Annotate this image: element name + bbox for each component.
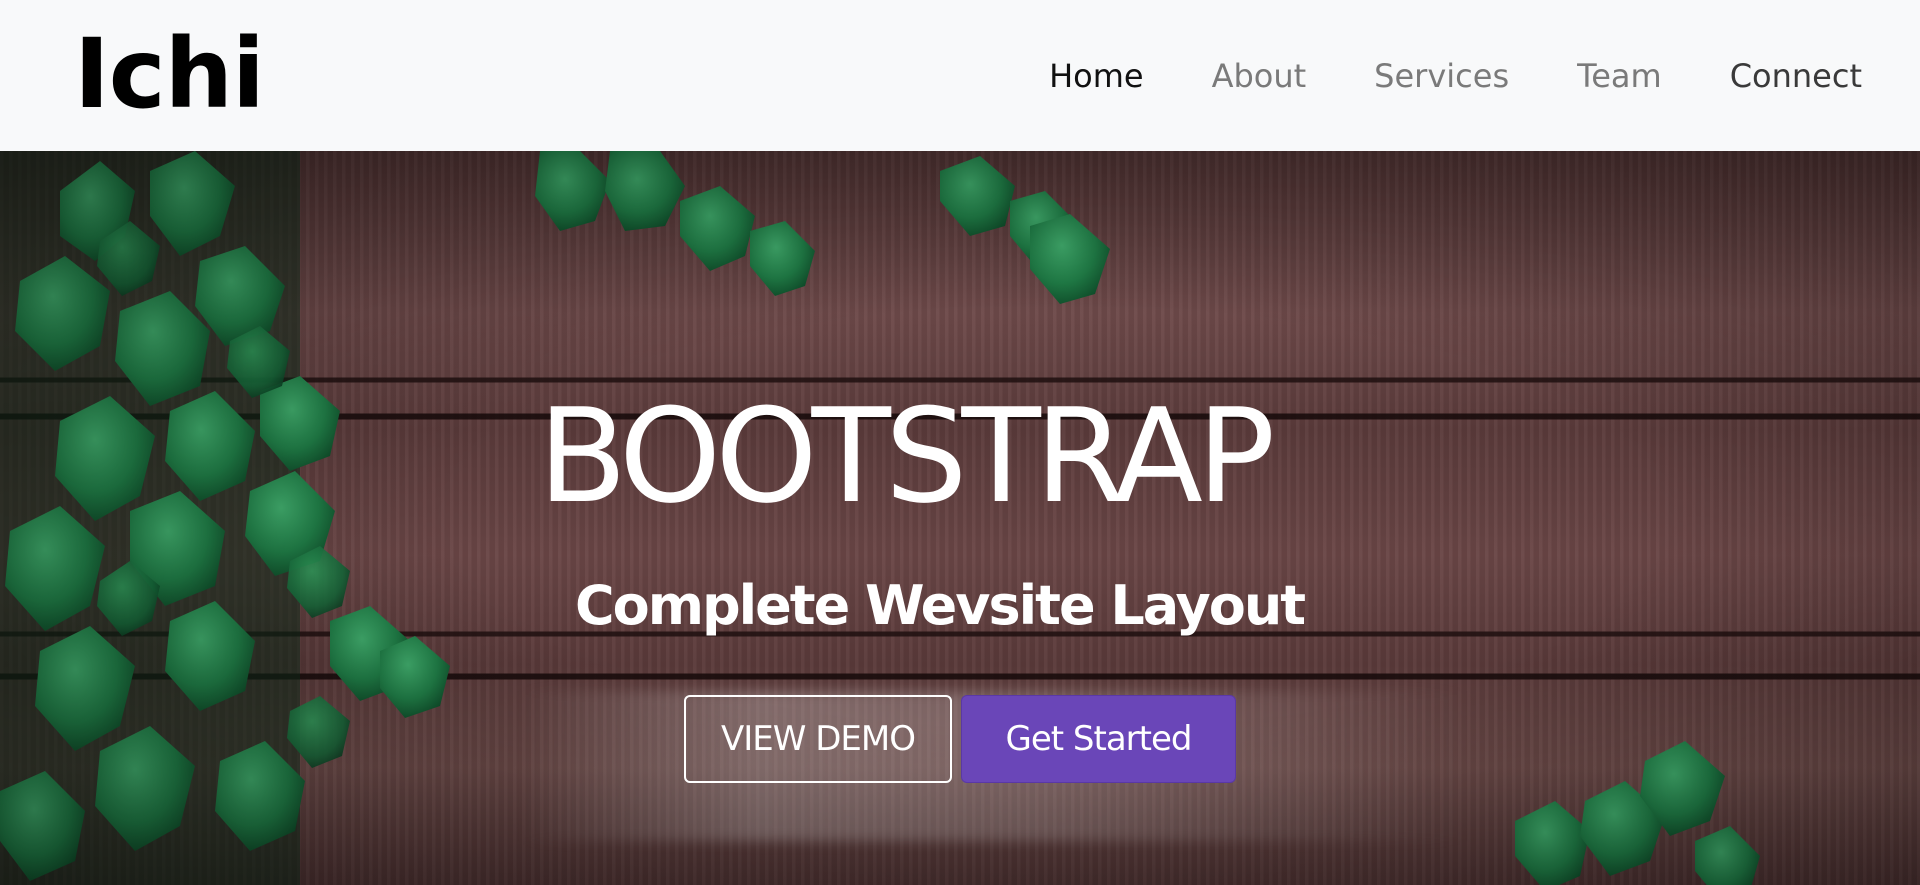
brand-logo[interactable]: Ichi — [74, 26, 265, 122]
nav-link-connect[interactable]: Connect — [1696, 57, 1862, 95]
hero-content: BOOTSTRAP Complete Wevsite Layout VIEW D… — [0, 151, 1920, 885]
nav-link-about[interactable]: About — [1178, 57, 1341, 95]
hero-button-row: VIEW DEMO Get Started — [684, 695, 1236, 783]
main-nav: Home About Services Team Connect — [1015, 57, 1862, 95]
nav-link-team[interactable]: Team — [1543, 57, 1696, 95]
view-demo-button[interactable]: VIEW DEMO — [684, 695, 952, 783]
nav-link-services[interactable]: Services — [1340, 57, 1543, 95]
hero-title: BOOTSTRAP — [538, 380, 1275, 532]
get-started-button[interactable]: Get Started — [961, 695, 1236, 783]
hero-subtitle: Complete Wevsite Layout — [575, 574, 1306, 637]
nav-link-home[interactable]: Home — [1015, 57, 1178, 95]
navbar: Ichi Home About Services Team Connect — [0, 0, 1920, 151]
